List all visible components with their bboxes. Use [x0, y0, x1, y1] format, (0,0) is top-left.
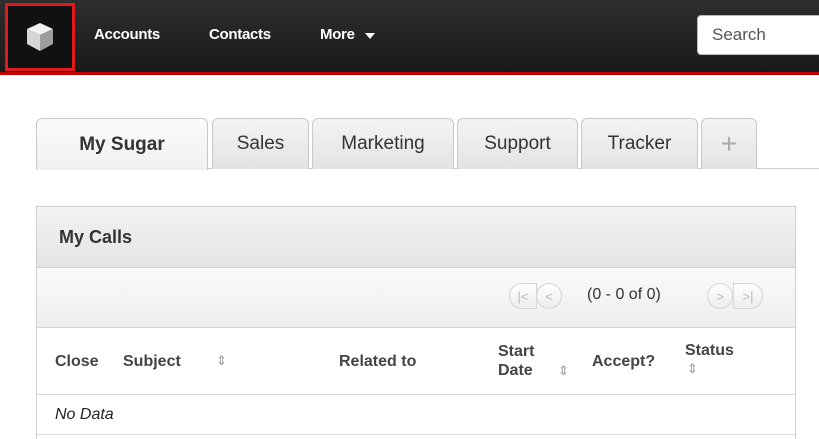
nav-contacts-label: Contacts [209, 26, 271, 43]
tab-marketing-label: Marketing [341, 133, 425, 154]
start-date-label-line2: Date [498, 362, 533, 379]
top-navigation-bar: Accounts Contacts More [0, 0, 819, 75]
add-tab-button[interactable]: + [701, 118, 757, 169]
table-header-row: Close Subject ⇕ Related to Start Date ⇕ … [37, 328, 795, 395]
sort-icon[interactable]: ⇕ [558, 363, 569, 379]
first-page-button[interactable]: |< [509, 283, 537, 309]
last-page-icon: >| [742, 288, 754, 304]
dashlet-title: My Calls [59, 226, 133, 247]
tab-my-sugar-label: My Sugar [79, 133, 165, 155]
first-page-icon: |< [517, 288, 529, 304]
tab-my-sugar[interactable]: My Sugar [36, 118, 208, 170]
my-calls-dashlet: My Calls |< < (0 - 0 of 0) > >| Close Su… [36, 206, 796, 439]
last-page-button[interactable]: >| [733, 283, 763, 309]
sort-icon[interactable]: ⇕ [687, 361, 698, 377]
tab-sales[interactable]: Sales [212, 118, 309, 169]
empty-state-row: No Data [37, 395, 795, 435]
sugar-cube-icon [27, 23, 53, 51]
column-header-accept: Accept? [592, 353, 656, 370]
nav-accounts-label: Accounts [94, 26, 160, 43]
tab-sales-label: Sales [236, 133, 285, 154]
start-date-label-line1: Start [498, 343, 535, 360]
tab-support[interactable]: Support [457, 118, 578, 169]
nav-accounts[interactable]: Accounts [94, 26, 160, 43]
pagination-bar: |< < (0 - 0 of 0) > >| [37, 268, 795, 328]
previous-page-icon: < [545, 288, 553, 304]
column-header-close: Close [55, 353, 99, 370]
previous-page-button[interactable]: < [536, 283, 562, 309]
column-header-status[interactable]: Status [685, 341, 734, 360]
home-logo-button[interactable] [5, 3, 75, 71]
dashlet-header: My Calls [37, 207, 795, 268]
dashboard-tabs: My Sugar Sales Marketing Support Tracker… [0, 118, 819, 170]
nav-more-label: More [320, 26, 355, 43]
chevron-down-icon [364, 32, 375, 39]
plus-icon: + [720, 128, 738, 159]
empty-state-text: No Data [55, 405, 114, 423]
search-input[interactable] [697, 15, 819, 55]
next-page-icon: > [716, 288, 724, 304]
tab-marketing[interactable]: Marketing [312, 118, 454, 169]
column-header-subject[interactable]: Subject [123, 352, 181, 371]
pagination-count: (0 - 0 of 0) [587, 286, 661, 303]
tab-support-label: Support [484, 133, 551, 154]
column-header-start-date[interactable]: Start Date [498, 342, 534, 380]
next-page-button[interactable]: > [707, 283, 733, 309]
nav-contacts[interactable]: Contacts [209, 26, 271, 43]
sort-icon[interactable]: ⇕ [216, 353, 227, 369]
nav-more-dropdown[interactable]: More [320, 26, 375, 43]
column-header-related-to: Related to [339, 353, 417, 370]
tab-tracker[interactable]: Tracker [581, 118, 698, 169]
tab-tracker-label: Tracker [607, 133, 672, 154]
